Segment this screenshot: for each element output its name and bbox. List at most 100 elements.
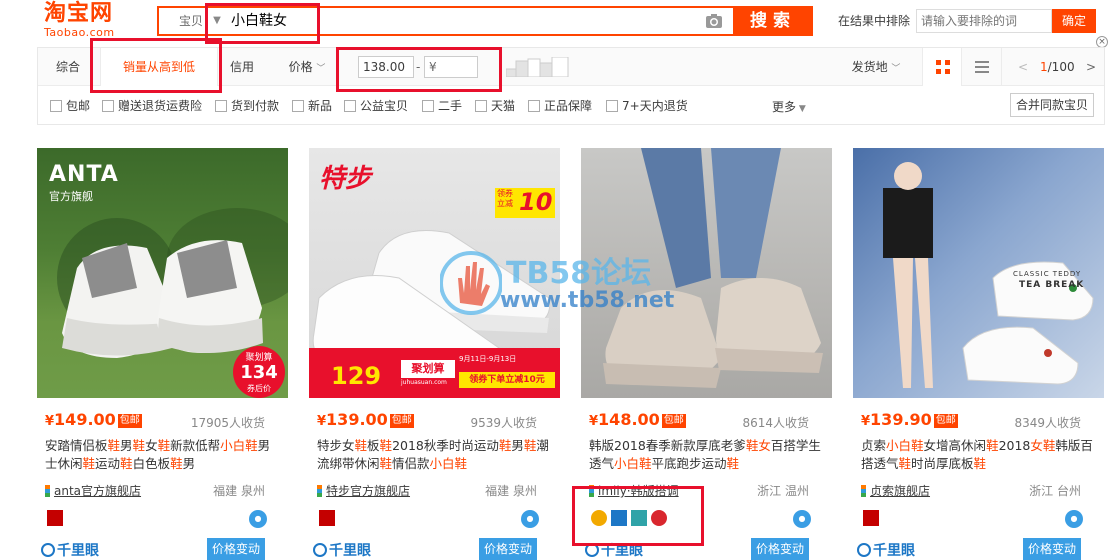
exclude-input[interactable] [916,9,1052,33]
product-image[interactable]: ANTA 官方旗舰 聚划算 134 券后价 [37,148,288,398]
title-highlight: 鞋 [498,438,512,453]
coupon-text: 领券立减 [497,189,513,208]
title-highlight: 鞋 [986,438,999,453]
wangwang-chat-icon[interactable]: ● [1065,510,1083,528]
product-image[interactable] [581,148,832,398]
product-title[interactable]: 安踏情侣板鞋男鞋女鞋新款低帮小白鞋男士休闲鞋运动鞋白色板鞋男 [45,437,277,473]
filter-label: 二手 [438,99,463,113]
title-highlight: 女 [758,438,771,453]
shop-link[interactable]: 贞索旗舰店 [861,482,930,499]
price-value: 148.00 [598,410,660,429]
tmall-icon[interactable] [47,510,63,526]
search-button[interactable]: 搜索 [733,6,813,36]
coupon-badge: 领券立减 10 [495,188,555,218]
highlight-box-price [336,47,502,92]
product-image[interactable]: CLASSIC TEDDY TEA BREAK [853,148,1104,398]
product-card[interactable]: ANTA 官方旗舰 聚划算 134 券后价 ¥149.00 包邮 17905人收货… [37,148,289,560]
product-title[interactable]: 特步女鞋板鞋2018秋季时尚运动鞋男鞋潮流绑带休闲鞋情侣款小白鞋 [317,437,549,473]
sort-tab-price[interactable]: 价格 ﹀ [284,48,330,86]
filter-label: 7+天内退货 [622,99,688,113]
brand-logo-text: 特步 [319,164,372,194]
checkbox-icon [102,100,114,112]
free-shipping-tag: 包邮 [389,414,414,428]
filter-new[interactable]: 新品 [292,99,332,115]
price-change-button[interactable]: 价格变动 [1023,538,1081,560]
grid-view-button[interactable] [922,48,962,86]
title-part: 2018秋季时尚运动 [392,438,499,453]
sort-tab-default[interactable]: 综合 [46,48,90,86]
price-change-button[interactable]: 价格变动 [207,538,265,560]
tmall-icon[interactable] [863,510,879,526]
sales-count: 8349人收货 [1014,416,1081,430]
product-image[interactable]: 特步 领券立减 10 129 聚划算 juhuasuan.com 9月11日-9… [309,148,560,398]
product-title[interactable]: 韩版2018春季新款厚底老爹鞋女百搭学生透气小白鞋平底跑步运动鞋 [589,437,821,473]
price-value: 149.00 [54,410,116,429]
title-part: 时尚厚底板 [911,456,974,471]
free-shipping-tag: 包邮 [117,414,142,428]
qianliyan-link[interactable]: 千里眼 [313,540,371,560]
search-type-select[interactable]: 宝贝 [159,8,207,34]
checkbox-icon [292,100,304,112]
filter-label: 包邮 [66,99,91,113]
title-highlight: 鞋 [1042,438,1056,453]
currency-symbol: ¥ [317,414,327,429]
title-part: 贞索 [861,438,887,453]
price-change-button[interactable]: 价格变动 [751,538,809,560]
juhuasuan-badge: 聚划算 134 券后价 [233,346,285,398]
product-card[interactable]: 特步 领券立减 10 129 聚划算 juhuasuan.com 9月11日-9… [309,148,561,560]
filter-genuine[interactable]: 正品保障 [528,99,592,115]
product-title[interactable]: 贞索小白鞋女增高休闲鞋2018女鞋韩版百搭透气鞋时尚厚底板鞋 [861,437,1093,473]
title-highlight: 小白鞋 [429,456,468,471]
camera-icon[interactable] [705,12,723,30]
title-highlight: 鞋 [973,456,987,471]
wangwang-chat-icon[interactable]: ● [249,510,267,528]
checkbox-icon [50,100,62,112]
brand-logo-text: ANTA [49,162,119,187]
filter-7day-return[interactable]: 7+天内退货 [606,99,688,115]
wangwang-chat-icon[interactable]: ● [793,510,811,528]
promo-date: 9月11日-9月13日 [459,355,517,363]
filter-cod[interactable]: 货到付款 [215,99,279,115]
title-highlight: 鞋 [745,438,759,453]
wangwang-chat-icon[interactable]: ● [521,510,539,528]
exclude-confirm-button[interactable]: 确定 [1052,9,1096,33]
free-shipping-tag: 包邮 [933,414,958,428]
product-card[interactable]: CLASSIC TEDDY TEA BREAK ¥139.90 包邮 8349人收… [853,148,1105,560]
prev-page-icon[interactable]: < [1018,48,1028,86]
filter-tmall[interactable]: 天猫 [475,99,515,115]
price-distribution-icon[interactable] [506,57,570,77]
price-change-button[interactable]: 价格变动 [479,538,537,560]
highlight-box-badges [572,486,704,546]
sort-tab-credit[interactable]: 信用 [222,48,262,86]
filter-free-shipping[interactable]: 包邮 [50,99,90,115]
taobao-logo[interactable]: 淘宝网 Taobao.com [44,2,134,42]
brand-logo-subtext: 官方旗舰 [49,190,93,203]
merge-same-items-button[interactable]: 合并同款宝贝 [1010,93,1094,117]
shop-icon [317,485,322,497]
currency-symbol: ¥ [589,414,599,429]
qianliyan-link[interactable]: 千里眼 [857,540,915,560]
filter-charity[interactable]: 公益宝贝 [344,99,408,115]
sales-count: 8614人收货 [742,416,809,430]
title-highlight: 鞋 [523,438,537,453]
title-part: 板 [367,438,380,453]
ship-from-dropdown[interactable]: 发货地 ﹀ [846,48,906,86]
logo-main-text: 淘宝网 [44,1,114,26]
shoe-print-text: TEA BREAK [1019,280,1085,290]
badge-sub: 券后价 [247,384,271,393]
shop-link[interactable]: anta官方旗舰店 [45,482,141,499]
eye-icon [313,543,327,557]
filter-second-hand[interactable]: 二手 [422,99,462,115]
filter-return-insurance[interactable]: 赠送退货运费险 [102,99,202,115]
shop-link[interactable]: 特步官方旗舰店 [317,482,410,499]
title-part: 情侣款 [392,456,430,471]
title-part: 新款低帮 [170,438,221,453]
ship-from-label: 发货地 [851,60,888,74]
title-highlight: 鞋 [354,438,368,453]
filters-more-dropdown[interactable]: 更多 ▼ [772,98,806,115]
list-view-button[interactable] [962,48,1002,86]
next-page-icon[interactable]: > [1086,48,1096,86]
qianliyan-link[interactable]: 千里眼 [41,540,99,560]
shop-icon [45,485,50,497]
tmall-icon[interactable] [319,510,335,526]
